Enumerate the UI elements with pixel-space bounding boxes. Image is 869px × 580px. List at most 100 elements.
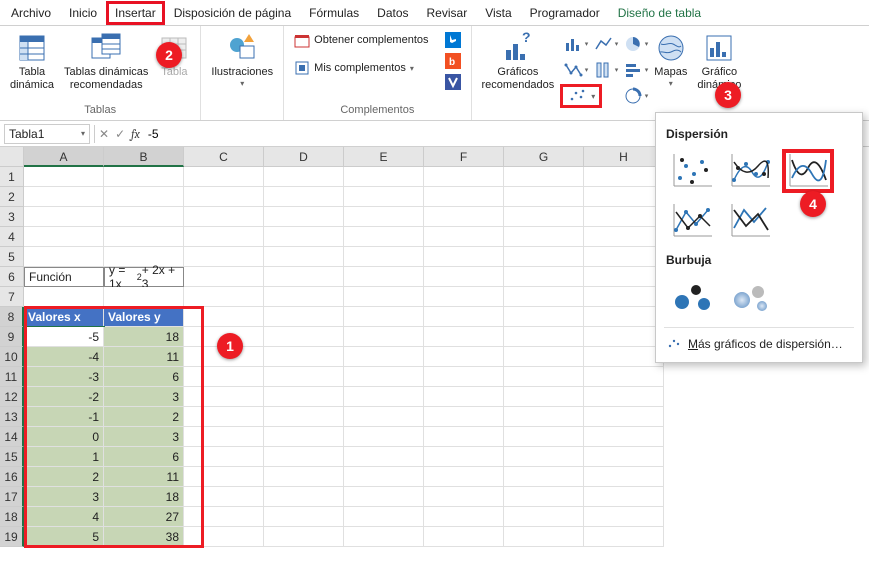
cell-F2[interactable] [424, 187, 504, 207]
cell-A7[interactable] [24, 287, 104, 307]
col-header-A[interactable]: A [24, 147, 104, 167]
cell-E6[interactable] [344, 267, 424, 287]
row-header-19[interactable]: 19 [0, 527, 24, 547]
cell-H14[interactable] [584, 427, 664, 447]
cell-G19[interactable] [504, 527, 584, 547]
row-header-14[interactable]: 14 [0, 427, 24, 447]
cell-B14[interactable]: 3 [104, 427, 184, 447]
scatter-option-straight-markers[interactable] [666, 199, 718, 243]
cell-D1[interactable] [264, 167, 344, 187]
cell-F8[interactable] [424, 307, 504, 327]
cell-D14[interactable] [264, 427, 344, 447]
cell-E1[interactable] [344, 167, 424, 187]
column-chart-dd[interactable]: ▾ [560, 32, 588, 56]
menu-diseño-de-tabla[interactable]: Diseño de tabla [609, 2, 710, 24]
cell-H9[interactable] [584, 327, 664, 347]
cell-G7[interactable] [504, 287, 584, 307]
cell-H7[interactable] [584, 287, 664, 307]
cell-D2[interactable] [264, 187, 344, 207]
col-header-C[interactable]: C [184, 147, 264, 167]
cell-D18[interactable] [264, 507, 344, 527]
menu-programador[interactable]: Programador [521, 2, 609, 24]
cell-G5[interactable] [504, 247, 584, 267]
cell-B9[interactable]: 18 [104, 327, 184, 347]
cell-D17[interactable] [264, 487, 344, 507]
cell-D13[interactable] [264, 407, 344, 427]
recommended-charts-button[interactable]: ? Gráficos recomendados [478, 30, 559, 94]
hierarchy-chart-dd[interactable]: ▾ [560, 58, 588, 82]
cell-D7[interactable] [264, 287, 344, 307]
cell-F10[interactable] [424, 347, 504, 367]
cell-B18[interactable]: 27 [104, 507, 184, 527]
cell-C13[interactable] [184, 407, 264, 427]
maps-button[interactable]: Mapas ▾ [650, 30, 691, 91]
pie-chart-dd[interactable]: ▾ [620, 32, 648, 56]
cell-B10[interactable]: 11 [104, 347, 184, 367]
cell-H15[interactable] [584, 447, 664, 467]
cell-G4[interactable] [504, 227, 584, 247]
row-header-4[interactable]: 4 [0, 227, 24, 247]
scatter-option-markers[interactable] [666, 149, 718, 193]
menu-datos[interactable]: Datos [368, 2, 417, 24]
cell-C2[interactable] [184, 187, 264, 207]
get-addins-button[interactable]: Obtener complementos [290, 30, 432, 50]
cell-E2[interactable] [344, 187, 424, 207]
combo-chart-dd[interactable]: ▾ [620, 84, 648, 108]
row-header-6[interactable]: 6 [0, 267, 24, 287]
cell-F4[interactable] [424, 227, 504, 247]
name-box[interactable]: Tabla1 ▾ [4, 124, 90, 144]
recommended-pivot-button[interactable]: Tablas dinámicas recomendadas [60, 30, 152, 94]
cell-C14[interactable] [184, 427, 264, 447]
cell-C3[interactable] [184, 207, 264, 227]
cell-B11[interactable]: 6 [104, 367, 184, 387]
cell-H12[interactable] [584, 387, 664, 407]
bing-maps-button[interactable] [441, 30, 465, 50]
cell-E9[interactable] [344, 327, 424, 347]
cell-C7[interactable] [184, 287, 264, 307]
cell-D15[interactable] [264, 447, 344, 467]
illustrations-button[interactable]: Ilustraciones ▾ [207, 30, 277, 91]
cell-B1[interactable] [104, 167, 184, 187]
cell-H2[interactable] [584, 187, 664, 207]
cell-F18[interactable] [424, 507, 504, 527]
cell-A3[interactable] [24, 207, 104, 227]
cell-A16[interactable]: 2 [24, 467, 104, 487]
my-addins-button[interactable]: Mis complementos ▾ [290, 58, 432, 78]
scatter-chart-dd[interactable]: ▾ [560, 84, 602, 108]
scatter-option-smooth-lines[interactable] [782, 149, 834, 193]
bubble-option-3d[interactable] [724, 275, 776, 319]
cell-A10[interactable]: -4 [24, 347, 104, 367]
cell-C17[interactable] [184, 487, 264, 507]
row-header-13[interactable]: 13 [0, 407, 24, 427]
cell-F17[interactable] [424, 487, 504, 507]
menu-inicio[interactable]: Inicio [60, 2, 106, 24]
cell-A5[interactable] [24, 247, 104, 267]
cell-H19[interactable] [584, 527, 664, 547]
cell-F7[interactable] [424, 287, 504, 307]
cell-D3[interactable] [264, 207, 344, 227]
cell-E13[interactable] [344, 407, 424, 427]
cell-D10[interactable] [264, 347, 344, 367]
cell-E12[interactable] [344, 387, 424, 407]
cell-B4[interactable] [104, 227, 184, 247]
cell-E15[interactable] [344, 447, 424, 467]
row-header-17[interactable]: 17 [0, 487, 24, 507]
cell-G10[interactable] [504, 347, 584, 367]
col-header-F[interactable]: F [424, 147, 504, 167]
cell-D4[interactable] [264, 227, 344, 247]
cell-B19[interactable]: 38 [104, 527, 184, 547]
cell-A13[interactable]: -1 [24, 407, 104, 427]
cell-A2[interactable] [24, 187, 104, 207]
cell-F16[interactable] [424, 467, 504, 487]
cell-B13[interactable]: 2 [104, 407, 184, 427]
cell-H8[interactable] [584, 307, 664, 327]
cell-C15[interactable] [184, 447, 264, 467]
select-all-corner[interactable] [0, 147, 24, 167]
cell-D5[interactable] [264, 247, 344, 267]
cell-A17[interactable]: 3 [24, 487, 104, 507]
cell-E14[interactable] [344, 427, 424, 447]
menu-vista[interactable]: Vista [476, 2, 520, 24]
cell-B8[interactable]: Valores y [104, 307, 184, 327]
cell-G17[interactable] [504, 487, 584, 507]
cell-D11[interactable] [264, 367, 344, 387]
